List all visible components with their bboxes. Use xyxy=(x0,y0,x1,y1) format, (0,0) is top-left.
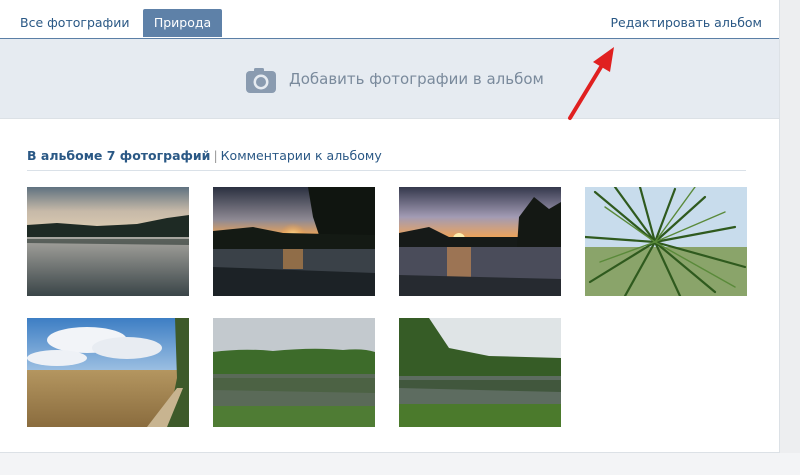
page-footer-strip xyxy=(0,453,800,475)
tab-album-nature[interactable]: Природа xyxy=(143,9,222,37)
photo-thumbnail[interactable] xyxy=(399,187,561,296)
camera-icon xyxy=(246,68,276,93)
photo-thumbnail[interactable] xyxy=(213,318,375,427)
edit-album-link[interactable]: Редактировать альбом xyxy=(610,9,762,37)
tab-all-photos[interactable]: Все фотографии xyxy=(8,9,141,37)
album-header: В альбоме 7 фотографий | Комментарии к аль… xyxy=(27,148,746,171)
album-panel: Все фотографии Природа Редактировать аль… xyxy=(0,0,780,453)
photo-thumbnail[interactable] xyxy=(585,187,747,296)
photo-thumbnail[interactable] xyxy=(213,187,375,296)
tab-bar: Все фотографии Природа Редактировать аль… xyxy=(0,0,779,39)
album-comments-link[interactable]: Комментарии к альбому xyxy=(221,148,382,163)
photo-thumbnail[interactable] xyxy=(399,318,561,427)
album-photo-count: В альбоме 7 фотографий xyxy=(27,148,211,163)
add-photos-button[interactable]: Добавить фотографии в альбом xyxy=(0,39,779,119)
annotation-arrow-icon xyxy=(568,47,614,120)
header-separator: | xyxy=(213,148,218,163)
add-photos-label: Добавить фотографии в альбом xyxy=(289,70,544,88)
photo-thumbnail[interactable] xyxy=(27,318,189,427)
photo-thumbnail[interactable] xyxy=(27,187,189,296)
